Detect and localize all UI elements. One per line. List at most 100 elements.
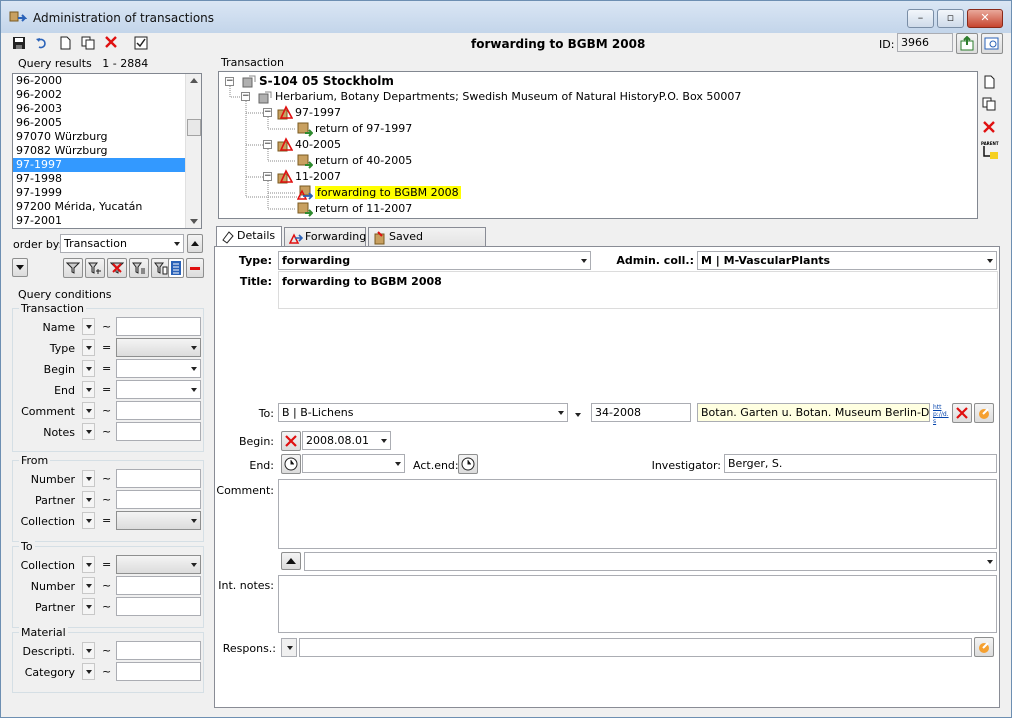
end-date-field[interactable] — [302, 454, 405, 473]
respons-edit-button[interactable] — [974, 637, 994, 657]
comment-template-select[interactable] — [304, 552, 997, 571]
copy-icon[interactable] — [81, 36, 95, 50]
list-item[interactable]: 96-2005 — [13, 116, 201, 130]
list-item[interactable]: 96-2002 — [13, 88, 201, 102]
list-item[interactable]: 97-1997 — [13, 158, 201, 172]
list-item[interactable]: 97-1999 — [13, 186, 201, 200]
type-select[interactable]: forwarding — [278, 251, 591, 270]
list-item[interactable]: 97-1998 — [13, 172, 201, 186]
delete-icon[interactable] — [104, 35, 118, 49]
set-parent-button[interactable]: PARENT — [981, 141, 999, 161]
query-operator-transaction-end[interactable] — [82, 381, 95, 398]
to-number-field[interactable]: 34-2008 — [591, 403, 691, 422]
to-link[interactable]: http://d.s — [933, 404, 949, 425]
export-button[interactable] — [956, 33, 978, 54]
view-button[interactable] — [981, 33, 1003, 54]
admin-coll-select[interactable]: M | M-VascularPlants — [697, 251, 997, 270]
query-operator-material-descripti[interactable] — [82, 642, 95, 659]
tree-node[interactable]: 97-1997 — [295, 106, 341, 119]
tree-node[interactable]: Herbarium, Botany Departments; Swedish M… — [275, 90, 741, 103]
list-item[interactable]: 97200 Mérida, Yucatán — [13, 200, 201, 214]
respons-dropdown[interactable] — [281, 638, 297, 657]
begin-date-field[interactable]: 2008.08.01 — [302, 431, 391, 450]
results-list[interactable]: 96-2000 96-2002 96-2003 96-2005 97070 Würzbu… — [12, 73, 202, 229]
to-remove-button[interactable] — [952, 403, 972, 423]
query-operator-from-partner[interactable] — [82, 491, 95, 508]
expand-button[interactable] — [12, 258, 28, 277]
sort-up-button[interactable] — [187, 234, 203, 253]
tree-collapse-root[interactable]: − — [225, 77, 234, 86]
list-item[interactable]: 97070 Würzburg — [13, 130, 201, 144]
to-partner-field[interactable]: Botan. Garten u. Botan. Museum Berlin-Da… — [697, 403, 930, 422]
maximize-button[interactable]: ▫ — [937, 9, 964, 28]
end-calendar-button[interactable] — [281, 454, 301, 474]
tab-forwarding[interactable]: Forwarding — [284, 227, 366, 247]
query-field-from-number[interactable] — [116, 469, 201, 488]
query-field-transaction-end[interactable] — [116, 380, 201, 399]
to-edit-button[interactable] — [974, 403, 994, 423]
query-operator-to-number[interactable] — [82, 577, 95, 594]
query-operator-to-partner[interactable] — [82, 598, 95, 615]
query-field-to-partner[interactable] — [116, 597, 201, 616]
intnotes-field[interactable] — [278, 575, 997, 633]
clear-button[interactable] — [186, 258, 204, 278]
to-collection-select[interactable]: B | B-Lichens — [278, 403, 568, 422]
tab-details[interactable]: Details — [216, 226, 282, 247]
tree-node[interactable]: S-104 05 Stockholm — [259, 74, 394, 88]
actend-calendar-button[interactable] — [458, 454, 478, 474]
respons-field[interactable] — [299, 638, 972, 657]
query-operator-transaction-name[interactable] — [82, 318, 95, 335]
list-item[interactable]: 96-2000 — [13, 74, 201, 88]
tree-node[interactable]: return of 40-2005 — [315, 154, 412, 167]
save-icon[interactable] — [12, 36, 26, 50]
list-item[interactable]: 96-2003 — [13, 102, 201, 116]
query-operator-transaction-type[interactable] — [82, 339, 95, 356]
comment-up-button[interactable] — [281, 552, 301, 570]
to-dropdown[interactable] — [569, 405, 585, 424]
filter-button[interactable] — [63, 258, 83, 278]
tree-collapse-herbarium[interactable]: − — [241, 92, 250, 101]
query-field-material-descripti[interactable] — [116, 641, 201, 660]
copy-node-icon[interactable] — [982, 97, 996, 111]
new-icon[interactable] — [58, 36, 72, 50]
tree-collapse-40-2005[interactable]: − — [263, 140, 272, 149]
query-operator-from-collection[interactable] — [82, 512, 95, 529]
query-field-transaction-name[interactable] — [116, 317, 201, 336]
query-operator-transaction-notes[interactable] — [82, 423, 95, 440]
comment-field[interactable] — [278, 479, 997, 549]
tree-node[interactable]: 40-2005 — [295, 138, 341, 151]
remove-filter-button[interactable] — [107, 258, 127, 278]
query-field-transaction-begin[interactable] — [116, 359, 201, 378]
tree-node[interactable]: return of 11-2007 — [315, 202, 412, 215]
query-operator-transaction-begin[interactable] — [82, 360, 95, 377]
close-button[interactable]: ✕ — [967, 9, 1003, 28]
add-filter-button[interactable] — [85, 258, 105, 278]
undo-icon[interactable] — [35, 36, 49, 50]
list-item[interactable]: 97082 Würzburg — [13, 144, 201, 158]
results-scrollbar[interactable] — [185, 74, 201, 228]
query-field-from-partner[interactable] — [116, 490, 201, 509]
begin-clear-button[interactable] — [281, 431, 301, 451]
title-field[interactable]: forwarding to BGBM 2008 — [278, 271, 998, 309]
new-node-icon[interactable] — [982, 75, 996, 89]
tree-collapse-11-2007[interactable]: − — [263, 172, 272, 181]
query-field-transaction-type[interactable] — [116, 338, 201, 357]
checkbox-icon[interactable] — [134, 36, 148, 50]
investigator-field[interactable]: Berger, S. — [724, 454, 997, 473]
query-field-transaction-comment[interactable] — [116, 401, 201, 420]
query-operator-from-number[interactable] — [82, 470, 95, 487]
list-item[interactable]: 97-2001 — [13, 214, 201, 228]
filter-settings-button[interactable] — [129, 258, 149, 278]
list-button[interactable] — [168, 258, 184, 278]
query-operator-transaction-comment[interactable] — [82, 402, 95, 419]
transaction-tree[interactable]: S-104 05 Stockholm Herbarium, Botany Depa… — [218, 71, 978, 219]
query-field-from-collection[interactable] — [116, 511, 201, 530]
query-operator-to-collection[interactable] — [82, 556, 95, 573]
tab-saved-documents[interactable]: Saved documents — [368, 227, 486, 261]
tree-node[interactable]: forwarding to BGBM 2008 — [315, 186, 461, 199]
query-field-to-collection[interactable] — [116, 555, 201, 574]
order-by-select[interactable]: Transaction — [60, 234, 184, 253]
query-field-to-number[interactable] — [116, 576, 201, 595]
delete-node-icon[interactable] — [982, 120, 996, 134]
minimize-button[interactable]: – — [907, 9, 934, 28]
